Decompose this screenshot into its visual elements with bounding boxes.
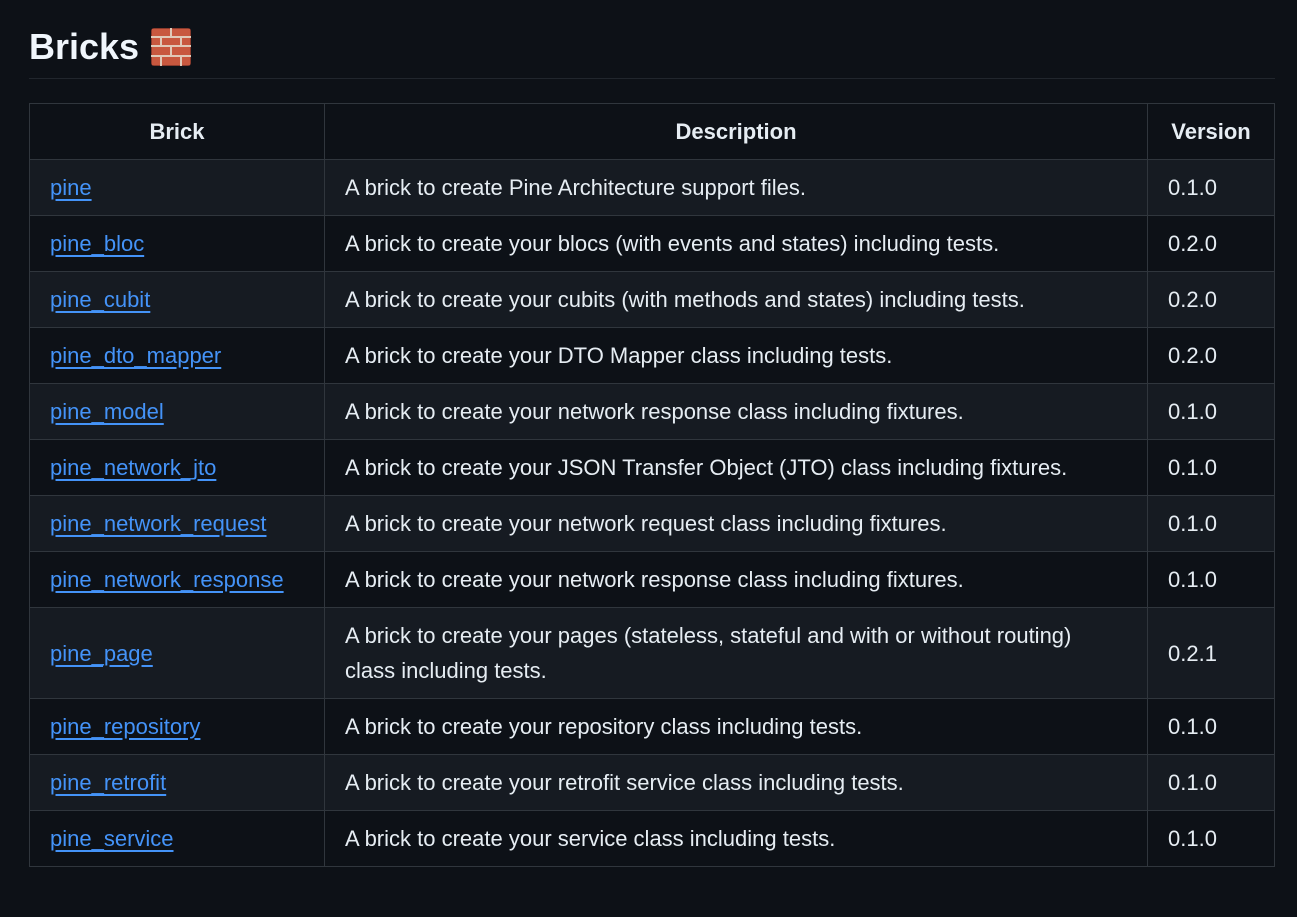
table-row: pine_model A brick to create your networ… xyxy=(29,383,1275,440)
version-cell: 0.2.0 xyxy=(1147,271,1275,328)
brick-cell: pine_service xyxy=(29,810,325,867)
description-cell: A brick to create your network response … xyxy=(324,383,1148,440)
brick-link[interactable]: pine xyxy=(50,175,92,200)
brick-cell: pine_network_request xyxy=(29,495,325,552)
bricks-table: Brick Description Version pine A brick t… xyxy=(29,103,1275,867)
brick-link[interactable]: pine_bloc xyxy=(50,231,144,256)
brick-cell: pine_network_jto xyxy=(29,439,325,496)
table-row: pine_cubit A brick to create your cubits… xyxy=(29,271,1275,328)
description-cell: A brick to create your blocs (with event… xyxy=(324,215,1148,272)
brick-cell: pine_repository xyxy=(29,698,325,755)
brick-link[interactable]: pine_network_jto xyxy=(50,455,216,480)
description-cell: A brick to create your pages (stateless,… xyxy=(324,607,1148,699)
table-body: pine A brick to create Pine Architecture… xyxy=(29,159,1275,867)
table-row: pine_bloc A brick to create your blocs (… xyxy=(29,215,1275,272)
table-header-row: Brick Description Version xyxy=(29,103,1275,160)
brick-cell: pine_dto_mapper xyxy=(29,327,325,384)
description-cell: A brick to create your DTO Mapper class … xyxy=(324,327,1148,384)
table-row: pine_page A brick to create your pages (… xyxy=(29,607,1275,699)
description-cell: A brick to create your network request c… xyxy=(324,495,1148,552)
version-cell: 0.1.0 xyxy=(1147,495,1275,552)
description-cell: A brick to create your service class inc… xyxy=(324,810,1148,867)
table-row: pine_network_jto A brick to create your … xyxy=(29,439,1275,496)
section-title: Bricks xyxy=(29,26,140,67)
description-cell: A brick to create your cubits (with meth… xyxy=(324,271,1148,328)
table-row: pine A brick to create Pine Architecture… xyxy=(29,159,1275,216)
brick-wall-icon xyxy=(151,28,192,66)
description-cell: A brick to create your network response … xyxy=(324,551,1148,608)
description-cell: A brick to create your repository class … xyxy=(324,698,1148,755)
readme-section: Bricks Brick Description Version pine A … xyxy=(29,24,1275,867)
brick-cell: pine_cubit xyxy=(29,271,325,328)
description-cell: A brick to create your retrofit service … xyxy=(324,754,1148,811)
version-cell: 0.1.0 xyxy=(1147,383,1275,440)
brick-link[interactable]: pine_dto_mapper xyxy=(50,343,221,368)
version-cell: 0.1.0 xyxy=(1147,159,1275,216)
version-cell: 0.1.0 xyxy=(1147,439,1275,496)
version-cell: 0.1.0 xyxy=(1147,754,1275,811)
brick-link[interactable]: pine_service xyxy=(50,826,174,851)
table-row: pine_network_request A brick to create y… xyxy=(29,495,1275,552)
version-cell: 0.2.1 xyxy=(1147,607,1275,699)
brick-cell: pine_page xyxy=(29,607,325,699)
brick-cell: pine xyxy=(29,159,325,216)
version-cell: 0.1.0 xyxy=(1147,551,1275,608)
version-cell: 0.1.0 xyxy=(1147,810,1275,867)
table-row: pine_dto_mapper A brick to create your D… xyxy=(29,327,1275,384)
table-row: pine_repository A brick to create your r… xyxy=(29,698,1275,755)
section-heading: Bricks xyxy=(29,24,1275,79)
version-cell: 0.1.0 xyxy=(1147,698,1275,755)
brick-link[interactable]: pine_cubit xyxy=(50,287,150,312)
column-header-version: Version xyxy=(1147,103,1275,160)
description-cell: A brick to create Pine Architecture supp… xyxy=(324,159,1148,216)
column-header-description: Description xyxy=(324,103,1148,160)
brick-link[interactable]: pine_network_request xyxy=(50,511,266,536)
brick-link[interactable]: pine_model xyxy=(50,399,164,424)
brick-link[interactable]: pine_page xyxy=(50,641,153,666)
brick-cell: pine_bloc xyxy=(29,215,325,272)
table-row: pine_service A brick to create your serv… xyxy=(29,810,1275,867)
brick-cell: pine_model xyxy=(29,383,325,440)
brick-cell: pine_network_response xyxy=(29,551,325,608)
description-cell: A brick to create your JSON Transfer Obj… xyxy=(324,439,1148,496)
table-row: pine_network_response A brick to create … xyxy=(29,551,1275,608)
version-cell: 0.2.0 xyxy=(1147,327,1275,384)
table-row: pine_retrofit A brick to create your ret… xyxy=(29,754,1275,811)
brick-link[interactable]: pine_repository xyxy=(50,714,200,739)
column-header-brick: Brick xyxy=(29,103,325,160)
version-cell: 0.2.0 xyxy=(1147,215,1275,272)
brick-cell: pine_retrofit xyxy=(29,754,325,811)
brick-link[interactable]: pine_network_response xyxy=(50,567,284,592)
brick-link[interactable]: pine_retrofit xyxy=(50,770,166,795)
